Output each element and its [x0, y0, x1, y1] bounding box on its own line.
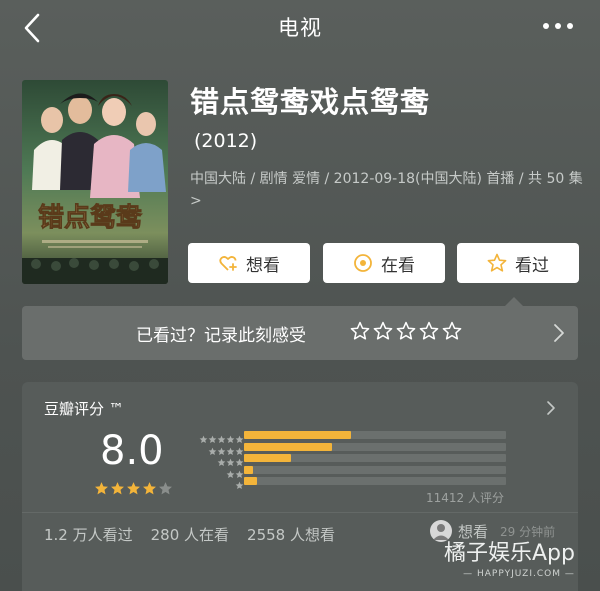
rating-count: 11412 人评分 — [426, 491, 504, 505]
target-circle-icon — [354, 254, 372, 272]
heart-plus-icon — [219, 256, 237, 271]
action-buttons: 想看 在看 看过 — [188, 243, 580, 283]
small-star-icon — [226, 441, 235, 455]
distribution-track — [244, 477, 506, 485]
distribution-track — [244, 465, 506, 474]
rating-star-icon — [110, 481, 125, 496]
distribution-track — [244, 442, 506, 451]
rating-star-icon — [142, 481, 157, 496]
distribution-bar-2-star — [244, 465, 254, 474]
watermark-brand: 橘子娱乐App — [444, 541, 575, 566]
rating-star-icon — [94, 481, 109, 496]
rating-score: 8.0 — [100, 428, 164, 474]
show-info: 错点鸳鸯戏点鸳鸯 (2012) 中国大陆 / 剧情 爱情 / 2012-09-1… — [190, 82, 586, 212]
distribution-star-label — [235, 475, 244, 490]
rate-stars — [350, 321, 462, 341]
audience-stats: 1.2 万人看过 280 人在看 2558 人想看 — [44, 524, 335, 545]
rate-star-2-icon[interactable] — [373, 321, 393, 341]
page-title: 电视 — [278, 16, 322, 40]
distribution-row-2-star — [184, 464, 514, 478]
small-star-icon — [235, 475, 244, 490]
stat-wish[interactable]: 2558 人想看 — [247, 524, 335, 545]
distribution-star-label — [208, 441, 244, 455]
distribution-track — [244, 454, 506, 462]
distribution-row-4-star — [184, 441, 514, 455]
distribution-bar-1-star — [244, 477, 258, 485]
watermark: 橘子娱乐App — HAPPYJUZI.COM — — [444, 535, 594, 579]
small-star-icon — [226, 464, 235, 478]
watermark-url: — HAPPYJUZI.COM — — [463, 569, 575, 579]
small-star-icon — [208, 429, 217, 444]
small-star-icon — [235, 441, 244, 455]
wish-button[interactable]: 想看 — [188, 243, 310, 283]
poster-title: 错点鸳鸯 — [38, 202, 143, 233]
distribution-row-3-star — [184, 452, 514, 467]
distribution-bar-4-star — [244, 442, 332, 451]
stat-watched[interactable]: 1.2 万人看过 — [44, 524, 133, 545]
rating-star-icon — [126, 481, 141, 496]
rating-card-title: 豆瓣评分 ™ — [44, 400, 124, 418]
show-year: (2012) — [194, 130, 258, 152]
distribution-bar-5-star — [244, 431, 352, 439]
distribution-star-label — [199, 429, 244, 444]
rate-prompt[interactable]: 已看过？记录此刻感受 — [22, 297, 578, 360]
chevron-right-icon — [554, 324, 564, 342]
small-star-icon — [217, 452, 226, 467]
watching-button[interactable]: 在看 — [323, 243, 445, 283]
show-title: 错点鸳鸯戏点鸳鸯 — [190, 85, 431, 119]
rate-star-1-icon[interactable] — [350, 321, 370, 341]
prompt-caret — [504, 297, 524, 307]
show-meta[interactable]: 中国大陆 / 剧情 爱情 / 2012-09-18(中国大陆) 首播 / 共 5… — [190, 168, 586, 212]
rate-star-5-icon[interactable] — [442, 321, 462, 341]
more-icon[interactable] — [540, 16, 576, 36]
star-outline-icon — [487, 253, 507, 272]
small-star-icon — [235, 464, 244, 478]
small-star-icon — [217, 429, 226, 444]
small-star-icon — [226, 452, 235, 467]
chevron-right-icon[interactable] — [546, 400, 556, 416]
top-nav: 电视 — [0, 0, 600, 56]
small-star-icon — [235, 429, 244, 444]
rating-star-icon — [158, 481, 173, 496]
rating-stars — [94, 481, 173, 496]
watched-button[interactable]: 看过 — [457, 243, 579, 283]
small-star-icon — [217, 441, 226, 455]
rate-star-4-icon[interactable] — [419, 321, 439, 341]
distribution-bar-3-star — [244, 454, 292, 462]
distribution-row-1-star — [184, 475, 514, 490]
small-star-icon — [235, 452, 244, 467]
small-star-icon — [226, 429, 235, 444]
watched-button-label: 看过 — [515, 255, 549, 276]
stat-watching[interactable]: 280 人在看 — [151, 524, 229, 545]
small-star-icon — [208, 441, 217, 455]
distribution-star-label — [226, 464, 244, 478]
rate-star-3-icon[interactable] — [396, 321, 416, 341]
watching-button-label: 在看 — [381, 255, 415, 276]
wish-button-label: 想看 — [246, 255, 280, 276]
distribution-row-5-star — [184, 429, 514, 444]
divider — [22, 512, 578, 513]
show-poster[interactable]: 错点鸳鸯 — [22, 80, 168, 284]
poster-image: 错点鸳鸯 — [22, 80, 168, 284]
small-star-icon — [199, 429, 208, 444]
distribution-star-label — [217, 452, 244, 467]
distribution-track — [244, 431, 506, 439]
rate-prompt-text: 已看过？记录此刻感受 — [136, 326, 306, 346]
